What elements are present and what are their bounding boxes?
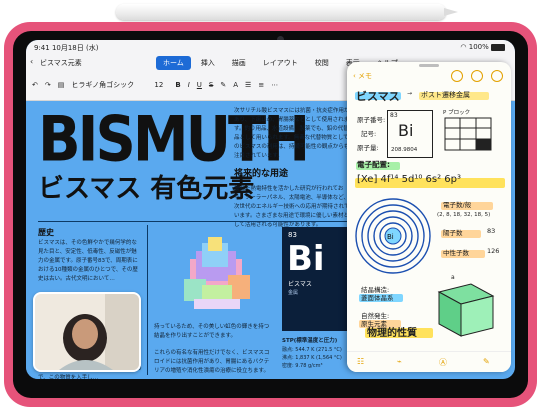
block-label: P ブロック	[443, 110, 471, 116]
more-icon[interactable]	[491, 70, 503, 82]
more-icon[interactable]: ⋯	[271, 81, 278, 89]
stp-line: 密度: 9.78 g/cm³	[282, 362, 323, 369]
notes-element-card: 83 Bi 208.9804	[387, 110, 433, 158]
document-title[interactable]: ビスマス元素	[40, 58, 82, 68]
neutron-value: 126	[487, 247, 500, 255]
atomic-number-label: 原子番号:	[357, 116, 386, 124]
compose-icon[interactable]: ✎	[483, 357, 493, 367]
notes-back-button[interactable]: ‹ メモ	[353, 71, 372, 81]
status-bar: 9:41 10月18日 (水) ◠ 100%	[26, 40, 515, 54]
redo-icon[interactable]: ↷	[45, 81, 51, 89]
tab-home[interactable]: ホーム	[156, 56, 191, 70]
wifi-icon: ◠	[460, 43, 469, 51]
element-symbol: Bi	[287, 239, 325, 279]
status-time: 9:41 10月18日 (水)	[34, 44, 99, 52]
intro-column: 次サリチル酸ビスマスには抗菌・抗炎症作用があり、下痢止め、胃腸薬などとして使用さ…	[234, 107, 352, 231]
strikethrough-icon[interactable]: S	[209, 81, 213, 89]
stp-line: 沸点: 1,837 K (1,564 °C)	[282, 354, 342, 361]
arrow-label: ポスト遷移金属	[421, 91, 470, 99]
apple-pencil	[116, 4, 458, 20]
card-weight: 208.9804	[391, 147, 418, 153]
lattice-label: a	[451, 274, 455, 281]
crystal-text: 持っているため、その美しい虹色の輝きを持つ結晶を作り出すことができます。	[154, 324, 270, 340]
stp-title: STP(標準温度と圧力)	[282, 338, 338, 344]
underline-button[interactable]: U	[197, 81, 202, 89]
notes-title: ビスマス	[356, 90, 400, 103]
tab-review[interactable]: 校閲	[308, 56, 336, 70]
svg-text:Bi: Bi	[387, 233, 394, 241]
element-category: 金属	[288, 290, 299, 296]
electron-config: [Xe] 4f¹⁴ 5d¹⁰ 6s² 6p³	[357, 174, 461, 185]
history-text: ビスマスは、その色鮮やかで幾何学的な見た目と、安定性、低毒性、反磁性が魅力の金属…	[38, 240, 138, 283]
battery-percent: 100%	[468, 43, 489, 51]
usage-title: 将来的な用途	[234, 169, 289, 180]
card-symbol: Bi	[398, 121, 414, 140]
align-icon[interactable]: ☰	[245, 81, 251, 89]
tab-insert[interactable]: 挿入	[194, 56, 222, 70]
undo-icon[interactable]: ↶	[32, 81, 38, 89]
attach-icon[interactable]: ⌁	[397, 357, 407, 367]
jp-title: ビスマス 有色元素	[38, 174, 255, 204]
proton-value: 83	[487, 227, 496, 235]
facetime-video-tile[interactable]	[33, 292, 141, 372]
element-card: 83 Bi ビスマス 金属	[282, 227, 352, 331]
bismuth-crystal-image	[184, 237, 250, 309]
usage-text: 優れた熱電特性を活かした研究が行われており、ソーラーパネル、太陽電池、半導体など…	[234, 186, 350, 229]
crystal-text-2: これらの有名な有用性だけでなく、ビスマスコロイドには抗菌作用があり、胃腸にあるバ…	[154, 350, 270, 375]
status-battery: ◠ 100%	[460, 43, 505, 51]
font-name-select[interactable]: ヒラギノ角ゴシック	[71, 80, 147, 90]
notes-panel: ‹ メモ ビスマス → ポスト遷移金属 原子番号: 記号: 原子量: 83 Bi…	[347, 62, 511, 372]
notes-header: ‹ メモ	[347, 62, 511, 88]
checklist-icon[interactable]: ☷	[357, 357, 367, 367]
electron-count-label: 電子数/殻	[443, 201, 472, 209]
notes-toolbar: ☷ ⌁ Ⓐ ✎	[347, 351, 511, 372]
bohr-model-sketch: Bi	[355, 198, 431, 274]
symbol-label: 記号:	[361, 130, 377, 138]
notes-actions	[451, 70, 503, 82]
back-chevron-icon[interactable]: ‹	[30, 57, 33, 66]
undo-icon[interactable]	[451, 70, 463, 82]
format-bar: ↶ ↷ ▤ ヒラギノ角ゴシック 12 B I U S ✎ A ☰ ≡ ⋯	[32, 80, 278, 90]
intro-text: 次サリチル酸ビスマスには抗菌・抗炎症作用があり、下痢止め、胃腸薬などとして使用さ…	[234, 108, 350, 160]
electron-shells: (2, 8, 18, 32, 18, 5)	[437, 212, 491, 218]
history-title: 歴史	[38, 228, 54, 237]
highlight-icon[interactable]: ✎	[220, 81, 226, 89]
column-divider	[147, 225, 148, 375]
tab-layout[interactable]: レイアウト	[256, 56, 305, 70]
section-divider	[38, 221, 356, 222]
list-icon[interactable]: ≡	[258, 81, 264, 89]
atomic-weight-label: 原子量:	[357, 144, 379, 152]
periodic-grid-sketch	[444, 117, 492, 151]
share-icon[interactable]	[471, 70, 483, 82]
notes-back-label: メモ	[358, 72, 373, 80]
element-name: ビスマス	[288, 281, 312, 288]
rhombohedral-sketch	[437, 283, 495, 337]
electron-config-title: 電子配置:	[357, 160, 390, 169]
properties-title: 物理的性質	[367, 328, 417, 339]
bold-button[interactable]: B	[175, 81, 180, 89]
battery-icon	[491, 43, 505, 51]
element-number: 83	[288, 231, 297, 239]
arrow-icon: →	[407, 90, 413, 97]
proton-label: 陽子数	[443, 229, 463, 237]
font-color-icon[interactable]: A	[233, 81, 238, 89]
font-size-select[interactable]: 12	[154, 81, 168, 89]
person-avatar	[35, 294, 139, 370]
format-painter-icon[interactable]: ▤	[58, 81, 65, 89]
stp-line: 融点: 544.7 K (271.5 °C)	[282, 346, 342, 353]
crystal-value: 菱面体晶系	[361, 294, 394, 302]
italic-button[interactable]: I	[188, 81, 190, 89]
stp-block: STP(標準温度と圧力) 融点: 544.7 K (271.5 °C) 沸点: …	[282, 337, 354, 370]
card-number: 83	[390, 112, 398, 119]
tab-draw[interactable]: 描画	[225, 56, 253, 70]
markup-icon[interactable]: Ⓐ	[439, 357, 449, 367]
neutron-label: 中性子数	[443, 249, 469, 257]
